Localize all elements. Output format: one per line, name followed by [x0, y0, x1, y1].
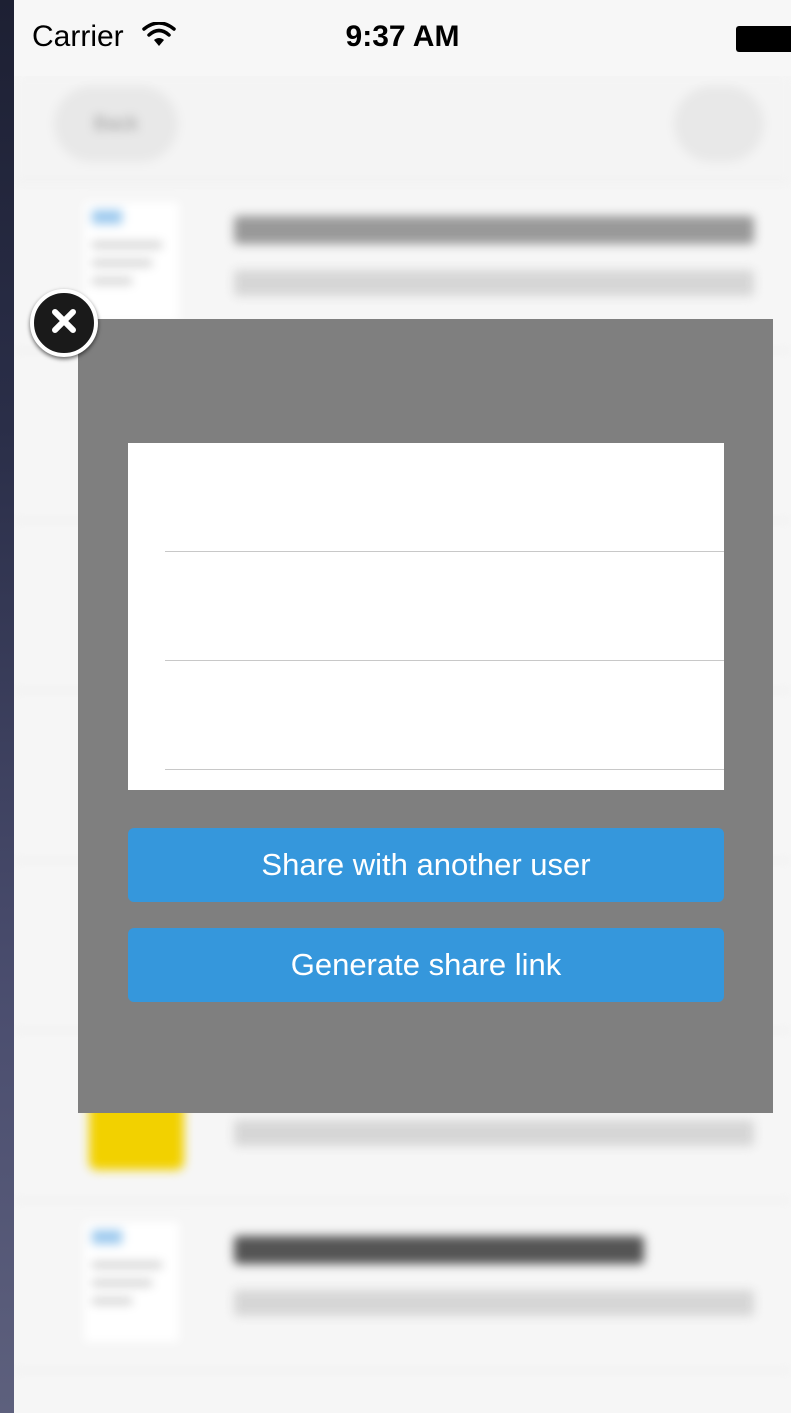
generate-share-link-button[interactable]: Generate share link	[128, 928, 724, 1002]
status-bar: Carrier 9:37 AM	[14, 0, 791, 76]
generate-share-link-label: Generate share link	[290, 947, 562, 982]
add-button[interactable]	[674, 86, 764, 162]
close-button[interactable]	[30, 289, 98, 357]
share-popup: Share with another user Generate share l…	[78, 319, 773, 1113]
nav-bar: Back	[14, 76, 791, 181]
share-with-user-button[interactable]: Share with another user	[128, 828, 724, 902]
file-meta	[234, 270, 754, 296]
back-button[interactable]: Back	[54, 86, 178, 162]
close-icon	[49, 306, 79, 341]
form-field[interactable]	[165, 443, 724, 552]
app-screen: Back Carrier 9:37 AM Share with another …	[14, 0, 791, 1413]
file-meta	[234, 1120, 754, 1146]
file-row[interactable]	[14, 1200, 791, 1371]
file-meta	[234, 1290, 754, 1316]
back-button-label: Back	[93, 112, 139, 135]
form-field[interactable]	[165, 552, 724, 661]
status-time: 9:37 AM	[345, 20, 460, 53]
document-thumbnail	[84, 202, 179, 322]
share-with-user-label: Share with another user	[261, 847, 591, 882]
form-field[interactable]	[165, 661, 724, 770]
battery-icon	[736, 26, 791, 52]
document-thumbnail	[84, 1222, 179, 1342]
share-form-panel	[128, 443, 724, 790]
